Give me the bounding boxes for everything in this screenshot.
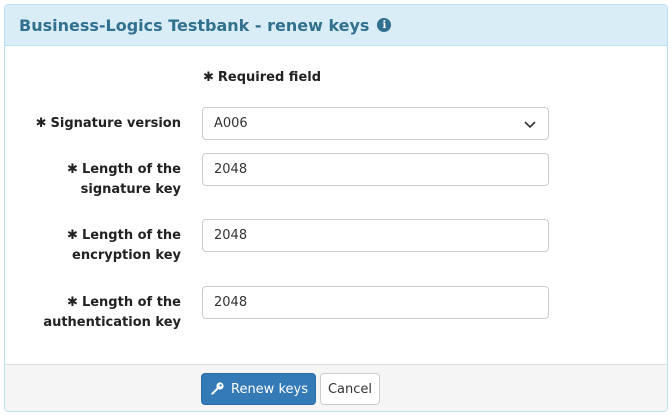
signature-key-length-label: ✱ Length of the signature key	[67, 162, 181, 197]
panel-heading: Business-Logics Testbank - renew keys i	[5, 5, 667, 46]
required-star-icon: ✱	[67, 162, 78, 177]
chevron-down-icon	[524, 120, 536, 128]
required-star-icon: ✱	[67, 228, 78, 243]
encryption-key-length-input[interactable]: 2048	[202, 219, 549, 252]
cancel-label: Cancel	[327, 381, 373, 397]
renew-keys-label: Renew keys	[231, 381, 308, 397]
required-star-icon: ✱	[203, 70, 214, 85]
panel-footer: Renew keys Cancel	[5, 364, 667, 411]
signature-version-label: ✱ Signature version	[35, 116, 181, 131]
panel-title: Business-Logics Testbank - renew keys	[19, 15, 370, 35]
key-icon	[211, 382, 224, 395]
cancel-button[interactable]: Cancel	[320, 373, 380, 405]
required-note-text: Required field	[217, 70, 322, 85]
authentication-key-length-input[interactable]: 2048	[202, 286, 549, 319]
signature-key-length-input[interactable]: 2048	[202, 153, 549, 186]
signature-version-select[interactable]: A006	[202, 107, 549, 140]
required-star-icon: ✱	[35, 116, 47, 131]
renew-keys-panel: Business-Logics Testbank - renew keys i …	[4, 4, 668, 412]
authentication-key-length-label: ✱ Length of the authentication key	[43, 295, 181, 330]
form-body: ✱ Required field ✱ Signature version A006 …	[5, 46, 667, 364]
info-icon[interactable]: i	[377, 18, 392, 32]
encryption-key-length-label: ✱ Length of the encryption key	[67, 228, 181, 263]
required-field-note: ✱ Required field	[203, 70, 321, 85]
signature-version-value: A006	[214, 116, 248, 131]
renew-keys-button[interactable]: Renew keys	[201, 373, 316, 405]
required-star-icon: ✱	[67, 295, 78, 310]
